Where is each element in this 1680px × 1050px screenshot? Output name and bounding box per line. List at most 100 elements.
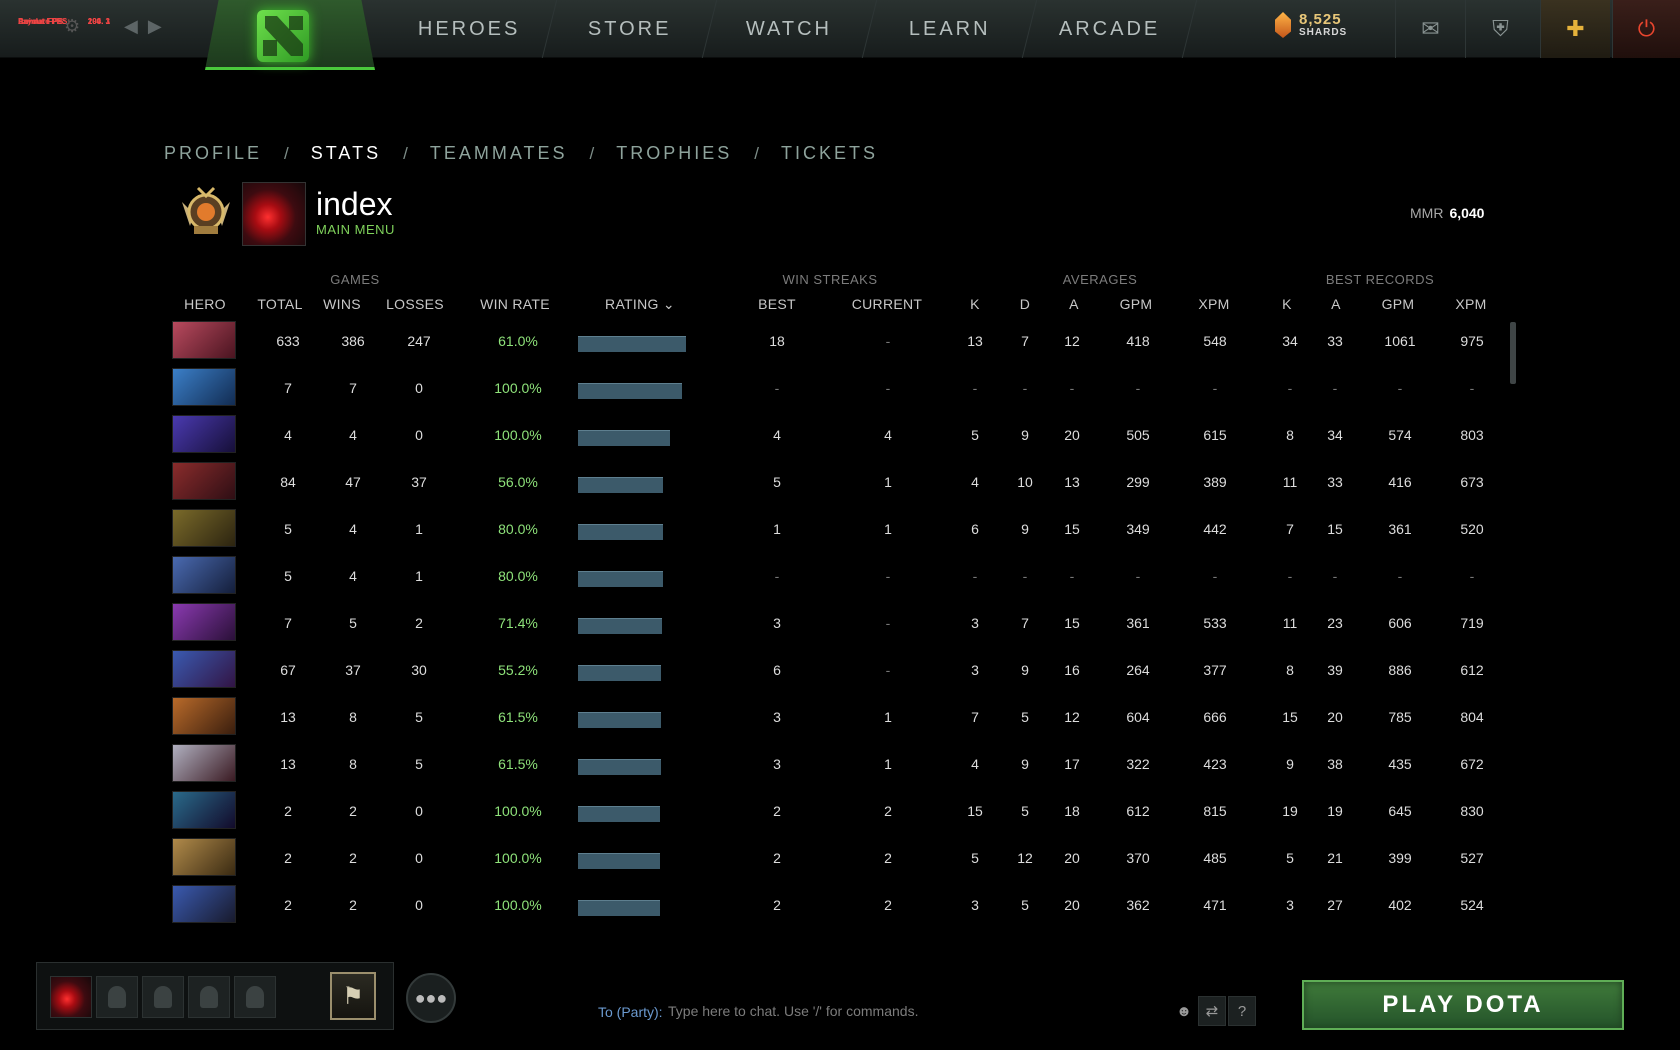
header-label: XPM — [1455, 296, 1487, 312]
table-row[interactable]: 633 386 247 61.0% 18-13 7 12 418 548 34 33 1061 975 — [0, 318, 1540, 365]
nav-learn[interactable]: LEARN — [862, 0, 1038, 58]
table-row[interactable]: 5 4 1 80.0% - - - - - - - - - - - — [0, 553, 1540, 600]
cell-total: 633 — [276, 333, 300, 349]
help-button[interactable]: ? — [1228, 996, 1256, 1026]
header-current[interactable]: CURRENT — [842, 296, 932, 312]
cell-best-gpm: - — [1397, 380, 1403, 396]
cell-avg-a: 16 — [1064, 662, 1080, 678]
header-label: TOTAL — [257, 296, 303, 312]
nav-heroes[interactable]: HEROES — [382, 0, 558, 58]
cell-win-rate: 61.5% — [498, 709, 538, 725]
chat-input[interactable] — [668, 996, 1168, 1026]
shards-label: SHARDS — [1299, 27, 1348, 38]
hero-portrait-red-horned-hero[interactable] — [172, 321, 236, 359]
cell-avg-xpm: 423 — [1203, 756, 1227, 772]
hero-portrait-beast-hero[interactable] — [172, 697, 236, 735]
hero-portrait-void-hero[interactable] — [172, 791, 236, 829]
history-nav: ◀ ▶ — [124, 16, 162, 37]
tab-tickets[interactable]: TICKETS — [781, 143, 878, 164]
header-best-xpm[interactable]: XPM — [1426, 296, 1516, 312]
mmr-display: MMR 6,040 — [1410, 205, 1484, 221]
cell-best-a: - — [1332, 568, 1338, 584]
battle-pass-icon[interactable]: ⚑ — [330, 972, 376, 1020]
hero-portrait-dark-blue-hero[interactable] — [172, 415, 236, 453]
mail-icon[interactable]: ✉ — [1395, 0, 1465, 58]
table-row[interactable]: 84 47 37 56.0% 5 1 4 10 13 299 389 11 33 416 673 — [0, 459, 1540, 506]
header-rating[interactable]: RATING ⌄ — [595, 296, 685, 313]
table-row[interactable]: 13 8 5 61.5% 3 1 4 9 17 322 423 9 38 435 672 — [0, 741, 1540, 788]
nav-arcade[interactable]: ARCADE — [1022, 0, 1198, 58]
hero-portrait-bearded-hero[interactable] — [172, 838, 236, 876]
table-row[interactable]: 5 4 1 80.0% 1 1 6 9 15 349 442 7 15 361 520 — [0, 506, 1540, 553]
hero-portrait-winged-hero[interactable] — [172, 650, 236, 688]
tab-profile[interactable]: PROFILE — [164, 143, 262, 164]
chat-channel-label[interactable]: To (Party): — [598, 1004, 663, 1020]
cell-best-gpm: 606 — [1388, 615, 1412, 631]
rank-medal-icon[interactable] — [176, 182, 236, 242]
back-arrow-icon[interactable]: ◀ — [124, 16, 138, 37]
party-slot-empty[interactable] — [234, 976, 276, 1018]
table-scrollbar[interactable] — [1510, 322, 1516, 384]
cell-wins: 2 — [349, 803, 357, 819]
cell-streak-best: 3 — [773, 756, 781, 772]
dota-plus-icon[interactable]: ✚ — [1540, 0, 1610, 58]
cell-streak-best: 6 — [773, 662, 781, 678]
play-dota-button[interactable]: PLAY DOTA — [1302, 980, 1624, 1030]
cell-total: 2 — [284, 897, 292, 913]
party-slot-self[interactable] — [50, 976, 92, 1018]
armory-icon[interactable]: ⛨ — [1465, 0, 1535, 58]
header-label: A — [1331, 296, 1341, 312]
shards-display[interactable]: 8,525 SHARDS — [1275, 12, 1347, 38]
header-best[interactable]: BEST — [732, 296, 822, 312]
table-row[interactable]: 67 37 30 55.2% 6-3 9 16 264 377 8 39 886 612 — [0, 647, 1540, 694]
rating-bar — [578, 383, 682, 399]
party-slot-empty[interactable] — [142, 976, 184, 1018]
rating-bar — [578, 759, 661, 775]
hero-portrait-blue-hero[interactable] — [172, 368, 236, 406]
cell-streak-best: 2 — [773, 803, 781, 819]
header-losses[interactable]: LOSSES — [370, 296, 460, 312]
header-win-rate[interactable]: WIN RATE — [470, 296, 560, 312]
friends-icon[interactable]: ●●● — [406, 973, 456, 1023]
cell-avg-gpm: - — [1135, 380, 1141, 396]
hero-portrait-purple-hero[interactable] — [172, 603, 236, 641]
hero-portrait-gold-hero[interactable] — [172, 509, 236, 547]
cell-losses: 5 — [415, 709, 423, 725]
cell-streak-best: 18 — [769, 333, 785, 349]
cell-best-gpm: 645 — [1388, 803, 1412, 819]
emoji-icon[interactable]: ☻ — [1170, 996, 1198, 1026]
table-row[interactable]: 13 8 5 61.5% 3 1 7 5 12 604 666 15 20 785 804 — [0, 694, 1540, 741]
hero-portrait-pale-hero[interactable] — [172, 744, 236, 782]
nav-store[interactable]: STORE — [542, 0, 718, 58]
rating-bar — [578, 336, 686, 352]
cell-losses: 0 — [415, 803, 423, 819]
hero-portrait-red-armored-hero[interactable] — [172, 462, 236, 500]
gear-icon[interactable]: ⚙ — [64, 16, 84, 36]
party-slot-empty[interactable] — [96, 976, 138, 1018]
cell-avg-gpm: 418 — [1126, 333, 1150, 349]
hero-portrait-ghost-hero[interactable] — [172, 556, 236, 594]
nav-watch[interactable]: WATCH — [702, 0, 878, 58]
share-icon[interactable]: ⇄ — [1198, 996, 1226, 1026]
table-row[interactable]: 7 7 0 100.0% - - - - - - - - - - - — [0, 365, 1540, 412]
avatar[interactable] — [242, 182, 306, 246]
table-row[interactable]: 2 2 0 100.0% 2 2 5 12 20 370 485 5 21 399 527 — [0, 835, 1540, 882]
tab-stats[interactable]: STATS — [311, 143, 381, 164]
power-icon[interactable]: ⏻ — [1612, 0, 1680, 58]
table-row[interactable]: 2 2 0 100.0% 2 2 15 5 18 612 815 19 19 645 830 — [0, 788, 1540, 835]
tab-trophies[interactable]: TROPHIES — [616, 143, 732, 164]
party-slot-empty[interactable] — [188, 976, 230, 1018]
dota-logo-icon[interactable] — [257, 10, 309, 62]
table-row[interactable]: 7 5 2 71.4% 3-3 7 15 361 533 11 23 606 719 — [0, 600, 1540, 647]
cell-best-xpm: 803 — [1460, 427, 1484, 443]
hero-portrait-blue-armored-hero[interactable] — [172, 885, 236, 923]
cell-best-xpm: 672 — [1460, 756, 1484, 772]
tab-teammates[interactable]: TEAMMATES — [430, 143, 568, 164]
cell-best-a: 33 — [1327, 474, 1343, 490]
table-row[interactable]: 4 4 0 100.0% 4 4 5 9 20 505 615 8 34 574 803 — [0, 412, 1540, 459]
header-avg-gpm[interactable]: GPM — [1091, 296, 1181, 312]
forward-arrow-icon[interactable]: ▶ — [148, 16, 162, 37]
table-row[interactable]: 2 2 0 100.0% 2 2 3 5 20 362 471 3 27 402 524 — [0, 882, 1540, 929]
cell-best-a: 20 — [1327, 709, 1343, 725]
header-label: HERO — [184, 296, 226, 312]
